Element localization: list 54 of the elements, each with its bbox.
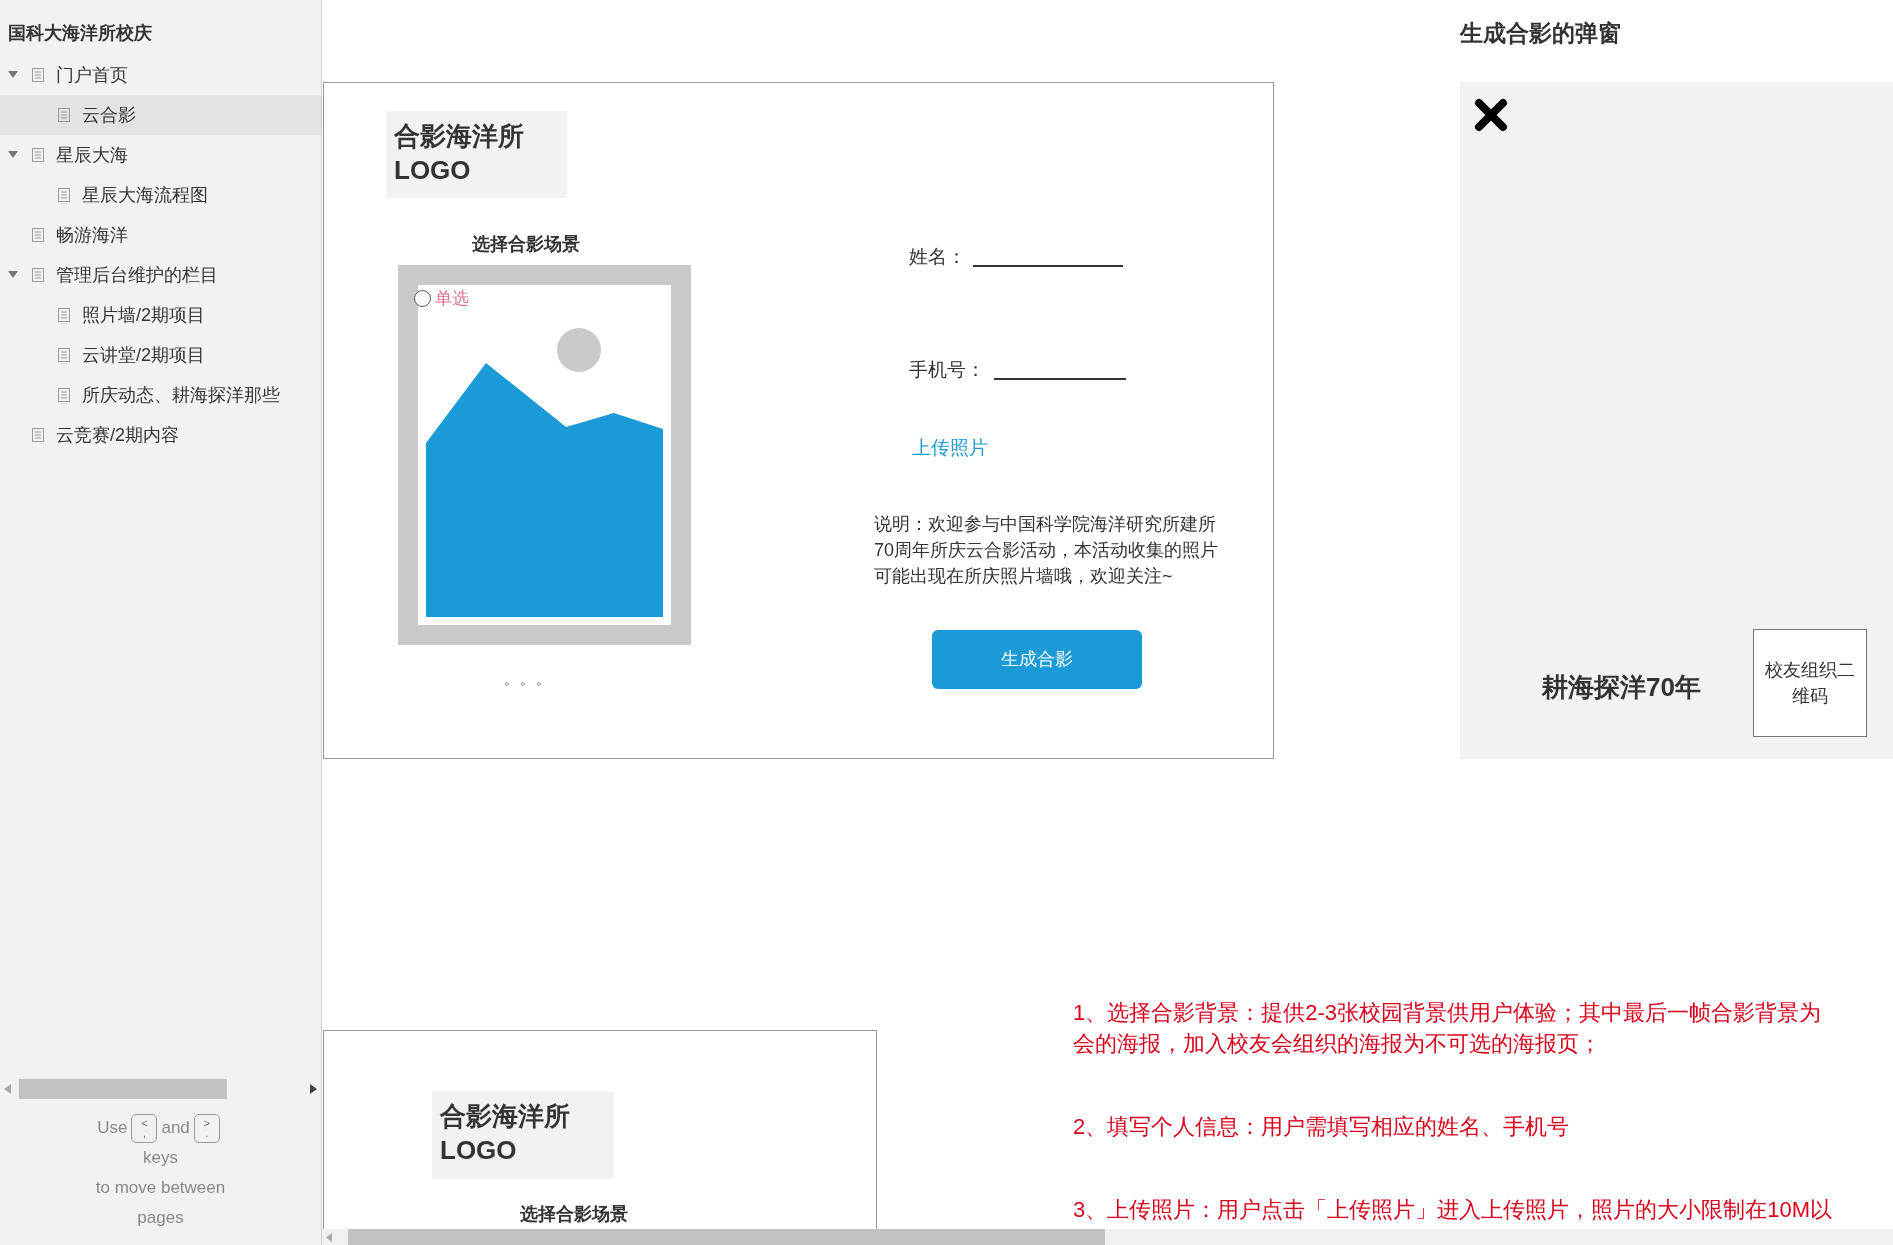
key-cap: > .	[193, 1113, 220, 1143]
page-icon	[58, 388, 70, 402]
logo-text: 合影海洋所 LOGO	[440, 1100, 570, 1167]
page-icon	[58, 348, 70, 362]
tree-item[interactable]: 星辰大海流程图	[0, 175, 321, 215]
hint-text: Use	[97, 1117, 128, 1139]
page-icon	[32, 148, 44, 162]
name-input-line[interactable]	[973, 265, 1123, 267]
hint-text: to move between	[95, 1177, 226, 1199]
close-icon[interactable]	[1474, 98, 1508, 132]
horizontal-scrollbar[interactable]	[348, 1229, 1105, 1245]
popup-title: 生成合影的弹窗	[1460, 19, 1621, 48]
phone-input-line[interactable]	[994, 378, 1126, 380]
hint-text: pages	[137, 1207, 184, 1229]
project-title: 国科大海洋所校庆	[7, 22, 153, 45]
tree-item[interactable]: 星辰大海	[0, 135, 321, 175]
requirement-note: 3、上传照片：用户点击「上传照片」进入上传照片，照片的大小限制在10M以	[1073, 1196, 1834, 1224]
tree-item[interactable]: 管理后台维护的栏目	[0, 255, 321, 295]
radio-button[interactable]	[414, 290, 431, 308]
page-icon	[32, 68, 44, 82]
qr-code-label: 校友组织二维码	[1764, 659, 1856, 708]
scroll-left-icon[interactable]	[326, 1232, 332, 1242]
expand-arrow-icon[interactable]	[8, 151, 18, 159]
page-icon	[32, 268, 44, 282]
scene-title: 选择合影场景	[520, 1203, 628, 1226]
tree-item[interactable]: 云合影	[0, 95, 321, 135]
tree-item[interactable]: 所庆动态、耕海探洋那些	[0, 375, 321, 415]
expand-arrow-icon[interactable]	[8, 271, 18, 279]
tree-item[interactable]: 门户首页	[0, 55, 321, 95]
key-cap: < ,	[131, 1113, 158, 1143]
requirement-note: 2、填写个人信息：用户需填写相应的姓名、手机号	[1073, 1113, 1571, 1141]
horizontal-scrollbar[interactable]	[19, 1079, 227, 1099]
phone-label: 手机号：	[909, 358, 985, 382]
logo-text: 合影海洋所 LOGO	[394, 120, 524, 187]
tree-item[interactable]: 云竞赛/2期内容	[0, 415, 321, 455]
page-icon	[58, 188, 70, 202]
page-icon	[58, 108, 70, 122]
page-icon	[58, 308, 70, 322]
pager-dots: 。。。	[504, 670, 552, 689]
page-icon	[32, 428, 44, 442]
expand-arrow-icon[interactable]	[8, 71, 18, 79]
page-icon	[32, 228, 44, 242]
hint-text: keys	[143, 1147, 178, 1169]
slogan-text: 耕海探洋70年	[1542, 671, 1701, 704]
description-text: 说明：欢迎参与中国科学院海洋研究所建所70周年所庆云合影活动，本活动收集的照片可能出现在所庆照片墙哦，欢迎关注~	[874, 513, 1220, 588]
scene-title: 选择合影场景	[472, 233, 580, 256]
scroll-left-icon[interactable]	[4, 1084, 11, 1094]
scroll-right-icon[interactable]	[310, 1084, 317, 1094]
name-label: 姓名：	[909, 245, 966, 269]
tree-item[interactable]: 照片墙/2期项目	[0, 295, 321, 335]
tree-item[interactable]: 云讲堂/2期项目	[0, 335, 321, 375]
requirement-note: 1、选择合影背景：提供2-3张校园背景供用户体验；其中最后一帧合影背景为 会的海报，加入校友会组织的海报为不可选的海报页；	[1073, 999, 1823, 1058]
tree-item[interactable]: 畅游海洋	[0, 215, 321, 255]
hint-text: and	[161, 1117, 190, 1139]
